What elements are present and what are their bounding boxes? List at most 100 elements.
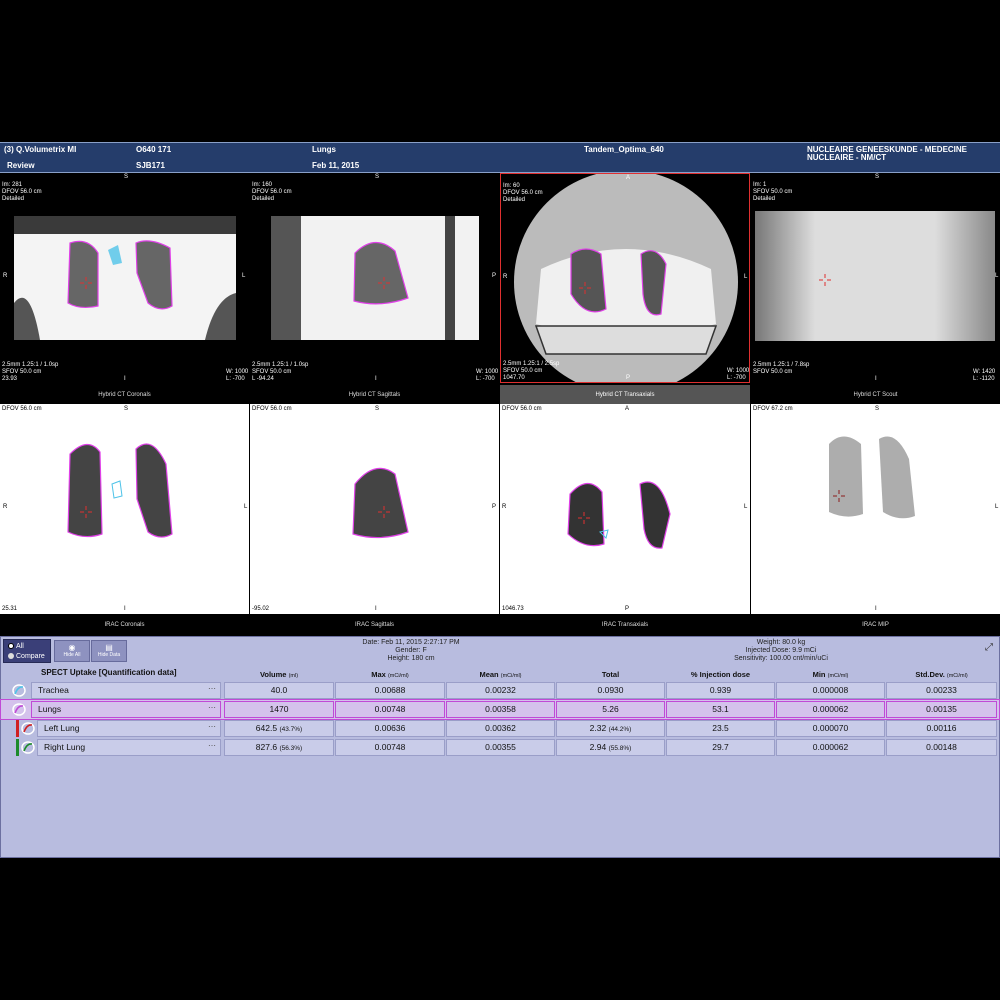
nm-mip-viewport[interactable]: DFOV 67.2 cm S I R L — [751, 404, 1000, 614]
nm-sagittal-viewport[interactable]: DFOV 56.0 cm S I A P -95.02 — [250, 404, 499, 614]
app-window: (3) Q.Volumetrix MI Review O640 171 SJB1… — [0, 0, 1000, 1000]
cell-percent: (56.3%) — [279, 745, 303, 752]
recon-info: 2.5mm 1.25:1 / 7.8sp SFOV 50.0 cm — [753, 362, 810, 375]
ct-scout-image — [755, 211, 995, 341]
expand-icon[interactable]: ⤢ — [985, 642, 993, 653]
roi-contour-icon[interactable] — [11, 683, 27, 698]
cell-value: 29.7 — [712, 742, 729, 752]
roi-name-cell[interactable]: Left Lung ⋯ — [37, 720, 221, 737]
radio-all-label: All — [16, 643, 24, 650]
cell-percent: (44.2%) — [608, 726, 632, 733]
cell-max: 0.00748 — [335, 701, 445, 718]
roi-name: Trachea — [38, 685, 69, 695]
orientation-top: S — [375, 174, 380, 180]
cell-total: 0.0930 — [556, 682, 665, 699]
radio-all[interactable]: All — [8, 643, 24, 650]
column-header-mean[interactable]: Mean (mCi/ml) — [446, 670, 555, 679]
nm-transaxial-viewport[interactable]: DFOV 56.0 cm A P R L 1046.73 — [500, 404, 750, 614]
nm-sagittal-image — [352, 467, 409, 539]
cell-mean: 0.00362 — [446, 720, 555, 737]
column-header-pid[interactable]: % Injection dose — [666, 670, 775, 679]
roi-contour-icon[interactable] — [20, 721, 36, 736]
roi-color-bar — [16, 739, 19, 756]
cell-value: 2.32 — [589, 723, 607, 733]
orientation-top: S — [124, 406, 129, 412]
table-row[interactable]: Left Lung ⋯ 642.5 (43.7%) 0.00636 0.00362 2.3… — [1, 719, 999, 738]
roi-name: Right Lung — [44, 742, 86, 752]
patient-info-right: Weight: 80.0 kg Injected Dose: 9.9 mCi S… — [701, 639, 861, 663]
ct-coronal-viewport[interactable]: Im: 281 DFOV 56.0 cm Detailed S I R L 2.… — [0, 173, 249, 385]
cell-value: 0.00358 — [485, 704, 516, 714]
more-options-icon[interactable]: ⋯ — [208, 681, 216, 696]
orientation-right: L — [244, 504, 248, 510]
ct-transaxial-image — [514, 174, 738, 382]
cell-value: 2.94 — [589, 742, 607, 752]
cell-value: 642.5 — [255, 723, 278, 733]
ct-sagittal-viewport[interactable]: Im: 160 DFOV 56.0 cm Detailed S I A P 2.… — [250, 173, 499, 385]
cell-total: 2.32 (44.2%) — [556, 720, 665, 737]
orientation-right: P — [492, 273, 497, 279]
cell-value: 0.00116 — [926, 723, 957, 733]
more-options-icon[interactable]: ⋯ — [208, 738, 216, 753]
column-header-label: % Injection dose — [690, 670, 751, 679]
table-row[interactable]: Trachea ⋯ 40.0 0.00688 0.00232 0.0930 0.939 0.0… — [1, 681, 999, 700]
column-header-unit: (mCi/ml) — [946, 673, 968, 679]
cell-value: 827.6 — [255, 742, 278, 752]
window-level: W: 1000 L: -700 — [727, 368, 750, 381]
cell-total: 5.26 — [556, 701, 665, 718]
ct-transaxial-viewport[interactable]: Im: 60 DFOV 56.0 cm Detailed A P R L 2.5… — [500, 173, 750, 383]
roi-name-cell[interactable]: Right Lung ⋯ — [37, 739, 221, 756]
table-row[interactable]: Lungs ⋯ 1470 0.00748 0.00358 5.26 53.1 0.000062… — [0, 699, 1000, 720]
viewport-info: DFOV 56.0 cm — [502, 406, 542, 412]
orientation-right: L — [744, 274, 748, 280]
orientation-right: L — [995, 504, 999, 510]
cell-percent: (55.8%) — [608, 745, 632, 752]
orientation-right: P — [492, 504, 497, 510]
column-header-label: Volume — [259, 670, 287, 679]
column-header-std[interactable]: Std.Dev. (mCi/ml) — [886, 670, 997, 679]
ct-scout-viewport[interactable]: Im: 1 SFOV 50.0 cm Detailed S I R L 2.5m… — [751, 173, 1000, 385]
ct-coronal-image — [14, 216, 236, 340]
cell-volume: 827.6 (56.3%) — [224, 739, 334, 756]
orientation-top: S — [375, 406, 380, 412]
radio-compare[interactable]: Compare — [8, 653, 45, 660]
cell-std: 0.00233 — [886, 682, 997, 699]
roi-contour-icon[interactable] — [20, 740, 36, 755]
more-options-icon[interactable]: ⋯ — [208, 700, 216, 715]
cell-std: 0.00116 — [886, 720, 997, 737]
orientation-bottom: I — [124, 606, 126, 612]
orientation-left: R — [503, 274, 508, 280]
cell-std: 0.00135 — [886, 701, 997, 718]
orientation-bottom: I — [124, 376, 126, 382]
column-header-volume[interactable]: Volume (ml) — [224, 670, 334, 679]
roi-contour-icon[interactable] — [11, 702, 27, 717]
nm-coronal-viewport[interactable]: DFOV 56.0 cm S I R L 25.31 — [0, 404, 249, 614]
roi-name-cell[interactable]: Lungs ⋯ — [31, 701, 221, 718]
cell-value: 40.0 — [270, 685, 288, 695]
viewport-info: Im: 160 DFOV 56.0 cm Detailed — [252, 182, 292, 202]
orientation-right: L — [995, 273, 999, 279]
cell-value: 0.000062 — [812, 742, 849, 752]
cell-pid: 53.1 — [666, 701, 775, 718]
cell-value: 0.939 — [709, 685, 732, 695]
radio-compare-label: Compare — [16, 653, 45, 660]
cell-value: 0.000062 — [812, 704, 849, 714]
hide-all-button[interactable]: ◉ Hide All — [54, 640, 90, 662]
viewport-info: Im: 281 DFOV 56.0 cm Detailed — [2, 182, 42, 202]
cell-mean: 0.00358 — [446, 701, 555, 718]
ct-sagittal-image — [271, 216, 479, 340]
cell-percent: (43.7%) — [279, 726, 303, 733]
orientation-left: R — [3, 504, 8, 510]
window-level: W: 1000 L: -700 — [476, 369, 499, 382]
column-header-max[interactable]: Max (mCi/ml) — [335, 670, 445, 679]
column-header-unit: (ml) — [288, 673, 299, 679]
orientation-bottom: P — [625, 606, 630, 612]
table-row[interactable]: Right Lung ⋯ 827.6 (56.3%) 0.00748 0.00355 2.… — [1, 738, 999, 757]
roi-name-cell[interactable]: Trachea ⋯ — [31, 682, 221, 699]
more-options-icon[interactable]: ⋯ — [208, 719, 216, 734]
column-header-total[interactable]: Total — [556, 670, 665, 679]
column-header-min[interactable]: Min (mCi/ml) — [776, 670, 885, 679]
hide-data-button[interactable]: ▤ Hide Data — [91, 640, 127, 662]
roi-name: Left Lung — [44, 723, 80, 733]
hide-all-label: Hide All — [63, 652, 81, 658]
